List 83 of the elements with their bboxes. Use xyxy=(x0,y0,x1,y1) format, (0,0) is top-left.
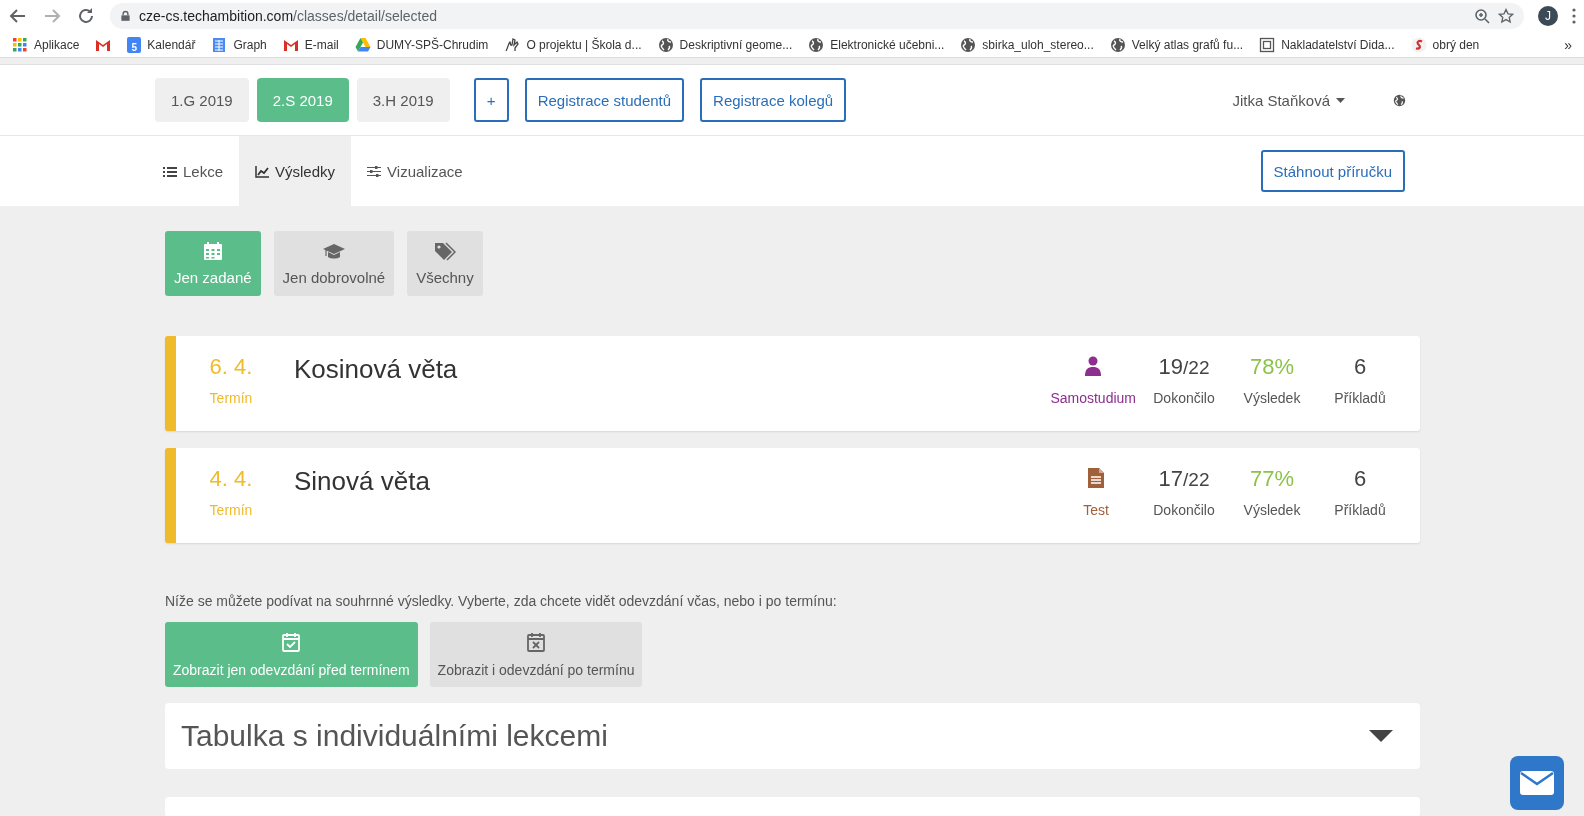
globe-icon[interactable] xyxy=(1393,93,1406,107)
bookmark-link[interactable]: 5 Kalendář xyxy=(127,36,196,53)
class-tab[interactable]: 1.G 2019 xyxy=(155,78,249,122)
square-frame-icon xyxy=(1259,36,1276,53)
calendar-icon: 5 xyxy=(127,36,142,53)
caret-icon xyxy=(1336,97,1345,103)
globe-icon xyxy=(960,36,977,53)
list-icon xyxy=(163,164,177,178)
more-icon[interactable] xyxy=(1572,8,1576,24)
submission-filter-button[interactable]: Zobrazit i odevzdání po termínu xyxy=(429,622,643,687)
summary-note: Níže se můžete podívat na souhrnné výsledky. Vyberte, zda chcete vidět odevzdání včas, nebo i po termínu: xyxy=(165,593,838,609)
add-class-button[interactable]: + xyxy=(473,78,509,122)
grid-sheet-icon xyxy=(211,36,228,53)
due-date: 4. 4. xyxy=(209,466,253,492)
download-manual-button[interactable]: Stáhnout příručku xyxy=(1260,150,1405,192)
triangle-drive-icon xyxy=(354,36,371,53)
result-percent: 78% xyxy=(1249,354,1294,380)
url-text: cze-cs.techambition.com/classes/detail/selected xyxy=(139,8,439,24)
calendar-check-icon xyxy=(280,631,303,652)
due-date: 6. 4. xyxy=(209,354,253,380)
globe-icon xyxy=(808,36,825,53)
due-date-label: Termín xyxy=(209,390,253,406)
lesson-title: Kosinová věta xyxy=(294,353,459,386)
lesson-card[interactable]: 6. 4. Termín Kosinová věta Samostudium 19/22 Dokončilo 78% Výsledek 6 Příkladů xyxy=(165,336,1420,431)
bookmark-link[interactable]: O projektu | Škola d... xyxy=(504,36,642,53)
user-menu[interactable]: Jitka Staňková xyxy=(1232,91,1345,109)
bookmark-link[interactable]: Deskriptivní geome... xyxy=(657,36,793,53)
due-date-label: Termín xyxy=(209,502,253,518)
bookmark-link[interactable]: Nakladatelství Dida... xyxy=(1259,36,1395,53)
globe-icon xyxy=(657,36,674,53)
stat-label: Příkladů xyxy=(1334,502,1386,518)
examples-count: 6 xyxy=(1353,354,1367,380)
bookmark-link[interactable]: obrý den xyxy=(1410,36,1480,53)
zoom-icon[interactable] xyxy=(1474,8,1490,24)
completed-count: 19/22 xyxy=(1158,354,1210,380)
collapsible-panel[interactable]: Tabulka s individuálními lekcemi xyxy=(165,703,1420,769)
stat-label: Příkladů xyxy=(1334,390,1386,406)
completed-count: 17/22 xyxy=(1158,466,1210,492)
globe-icon xyxy=(1109,36,1126,53)
bookmark-link[interactable]: Aplikace xyxy=(12,36,80,53)
panel-title: Tabulka s individuálními lekcemi xyxy=(181,719,609,753)
bookmark-link[interactable]: E-mail xyxy=(282,36,339,53)
bookmarks-overflow[interactable]: » xyxy=(1564,36,1572,53)
lesson-card[interactable]: 4. 4. Termín Sinová věta Test 17/22 Dokončilo 77% Výsledek 6 Příkladů xyxy=(165,448,1420,543)
bookmark-link[interactable]: Elektronické učebni... xyxy=(808,36,945,53)
registration-button[interactable]: Registrace kolegů xyxy=(700,78,847,122)
filter-button[interactable]: Všechny xyxy=(407,231,483,296)
calendar-x-icon xyxy=(525,631,547,652)
person-icon xyxy=(1085,356,1102,376)
sliders-icon xyxy=(367,164,382,178)
class-tab[interactable]: 3.H 2019 xyxy=(356,78,450,122)
bookmark-link[interactable]: Graph xyxy=(211,36,267,53)
graduation-cap-icon xyxy=(322,241,345,261)
stat-label: Dokončilo xyxy=(1153,390,1215,406)
nav-tab[interactable]: Výsledky xyxy=(239,136,352,206)
profile-avatar[interactable]: J xyxy=(1538,6,1558,26)
stat-label: Výsledek xyxy=(1243,502,1301,518)
address-bar[interactable]: cze-cs.techambition.com/classes/detail/selected xyxy=(110,3,1524,29)
lock-icon xyxy=(120,8,131,24)
calendar-icon xyxy=(201,241,224,261)
apps-grid-icon xyxy=(12,36,28,53)
letter-logo-icon xyxy=(1410,36,1427,53)
lesson-type: Samostudium xyxy=(1050,390,1136,406)
filter-button[interactable]: Jen dobrovolné xyxy=(273,231,395,296)
bookmark-link[interactable]: DUMY-SPŠ-Chrudim xyxy=(354,36,489,53)
envelope-icon xyxy=(1519,770,1555,796)
registration-button[interactable]: Registrace studentů xyxy=(524,78,685,122)
lesson-type: Test xyxy=(1083,502,1109,518)
stat-label: Dokončilo xyxy=(1153,502,1215,518)
tag-icon xyxy=(433,241,456,261)
star-icon[interactable] xyxy=(1498,8,1514,24)
line-chart-icon xyxy=(255,164,270,178)
reload-icon[interactable] xyxy=(76,6,96,26)
lesson-title: Sinová věta xyxy=(294,465,431,498)
bookmark-link[interactable]: Velký atlas grafů fu... xyxy=(1109,36,1244,53)
result-percent: 77% xyxy=(1249,466,1294,492)
document-icon xyxy=(1088,468,1104,488)
caret-icon[interactable] xyxy=(1369,730,1393,742)
stat-label: Výsledek xyxy=(1243,390,1301,406)
hand-icon xyxy=(504,36,521,53)
message-button[interactable] xyxy=(1510,756,1564,810)
bookmark-link[interactable]: sbirka_uloh_stereo... xyxy=(960,36,1094,53)
examples-count: 6 xyxy=(1353,466,1367,492)
